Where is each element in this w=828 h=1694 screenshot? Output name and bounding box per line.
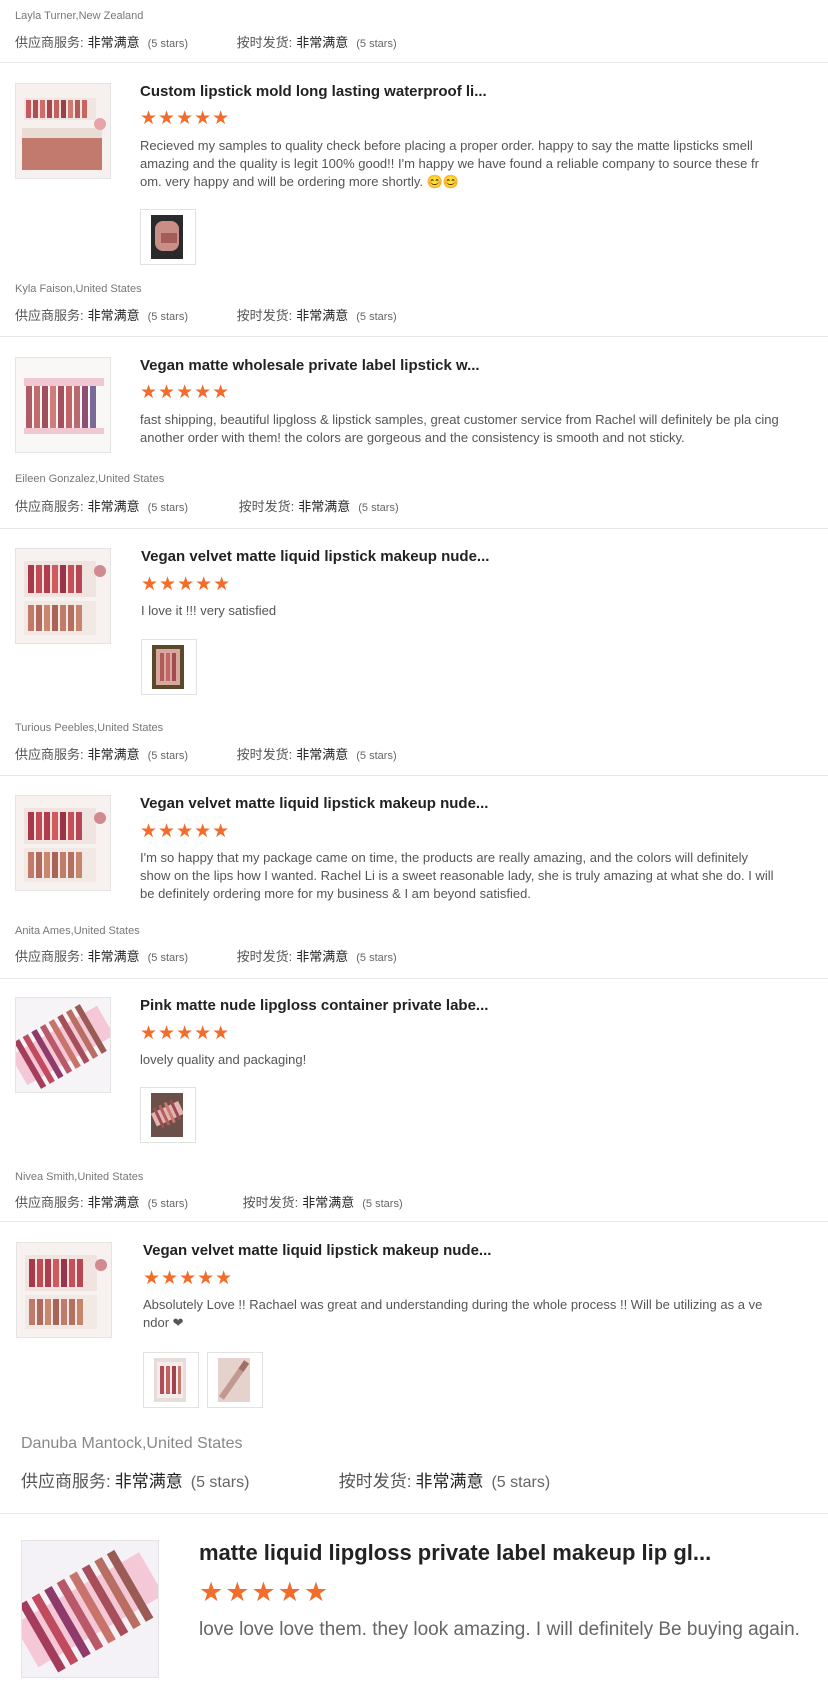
shipping-label: 按时发货: bbox=[242, 1195, 299, 1210]
rating-summary: 供应商服务: 非常满意 (5 stars) 按时发货: 非常满意 (5 stars) bbox=[15, 946, 397, 965]
rating-summary: 供应商服务: 非常满意 (5 stars) 按时发货: 非常满意 (5 stars) bbox=[15, 305, 397, 324]
supplier-service-count: (5 stars) bbox=[147, 311, 188, 323]
product-title[interactable]: Vegan velvet matte liquid lipstick makeu… bbox=[143, 1242, 491, 1259]
reviewer-name: Eileen Gonzalez,United States bbox=[15, 473, 165, 485]
supplier-service-value: 非常满意 bbox=[87, 499, 140, 514]
reviewer-name: Anita Ames,United States bbox=[15, 925, 140, 937]
review-comment: I'm so happy that my package came on tim… bbox=[140, 850, 774, 901]
shipping-value: 非常满意 bbox=[296, 35, 349, 50]
review-card: Vegan velvet matte liquid lipstick makeu… bbox=[0, 529, 828, 776]
shipping-count: (5 stars) bbox=[356, 750, 397, 762]
review-photo[interactable] bbox=[207, 1352, 263, 1408]
star-rating: ★★★★★ bbox=[141, 574, 232, 595]
product-title[interactable]: matte liquid lipgloss private label make… bbox=[199, 1540, 711, 1566]
review-card: Vegan matte wholesale private label lips… bbox=[0, 337, 828, 529]
review-meta-top: Layla Turner,New Zealand 供应商服务: 非常满意 (5 st… bbox=[0, 0, 828, 63]
review-comment: Recieved my samples to quality check bef… bbox=[140, 138, 759, 189]
review-card: Custom lipstick mold long lasting waterp… bbox=[0, 63, 828, 337]
reviewer-name: Danuba Mantock,United States bbox=[21, 1435, 243, 1452]
supplier-service-value: 非常满意 bbox=[87, 949, 140, 964]
product-thumbnail[interactable] bbox=[15, 357, 111, 453]
supplier-service-value: 非常满意 bbox=[87, 1195, 140, 1210]
reviewer-name: Nivea Smith,United States bbox=[15, 1171, 144, 1183]
star-rating: ★★★★★ bbox=[140, 821, 231, 842]
product-thumbnail[interactable] bbox=[15, 83, 111, 179]
supplier-service-count: (5 stars) bbox=[147, 502, 188, 514]
supplier-service-count: (5 stars) bbox=[147, 1198, 188, 1210]
supplier-service-value: 非常满意 bbox=[114, 1472, 183, 1491]
reviewer-name: Kyla Faison,United States bbox=[15, 283, 142, 295]
review-card: Vegan velvet matte liquid lipstick makeu… bbox=[0, 776, 828, 979]
rating-summary: 供应商服务: 非常满意 (5 stars) 按时发货: 非常满意 (5 stars) bbox=[15, 744, 397, 763]
review-photo[interactable] bbox=[143, 1352, 199, 1408]
supplier-service-count: (5 stars) bbox=[190, 1474, 250, 1491]
star-rating: ★★★★★ bbox=[140, 382, 231, 403]
review-comment: lovely quality and packaging! bbox=[140, 1052, 307, 1067]
star-rating: ★★★★★ bbox=[143, 1268, 234, 1289]
shipping-label: 按时发货: bbox=[338, 1472, 412, 1491]
supplier-service-value: 非常满意 bbox=[87, 747, 140, 762]
review-comment: fast shipping, beautiful lipgloss & lips… bbox=[140, 412, 779, 445]
shipping-count: (5 stars) bbox=[362, 1198, 403, 1210]
product-title[interactable]: Vegan matte wholesale private label lips… bbox=[140, 357, 480, 374]
shipping-count: (5 stars) bbox=[356, 38, 397, 50]
shipping-value: 非常满意 bbox=[296, 747, 349, 762]
review-photo[interactable] bbox=[140, 1087, 196, 1143]
star-rating: ★★★★★ bbox=[140, 1023, 231, 1044]
supplier-service-label: 供应商服务: bbox=[15, 747, 84, 762]
rating-summary: 供应商服务: 非常满意 (5 stars) 按时发货: 非常满意 (5 stars) bbox=[15, 32, 397, 51]
rating-summary: 供应商服务: 非常满意 (5 stars) 按时发货: 非常满意 (5 stars) bbox=[21, 1467, 550, 1492]
shipping-label: 按时发货: bbox=[236, 949, 293, 964]
product-title[interactable]: Vegan velvet matte liquid lipstick makeu… bbox=[141, 548, 489, 565]
supplier-service-value: 非常满意 bbox=[87, 35, 140, 50]
shipping-count: (5 stars) bbox=[491, 1474, 551, 1491]
supplier-service-label: 供应商服务: bbox=[21, 1472, 111, 1491]
rating-summary: 供应商服务: 非常满意 (5 stars) 按时发货: 非常满意 (5 stars) bbox=[15, 496, 399, 515]
review-card: matte liquid lipgloss private label make… bbox=[0, 1514, 828, 1694]
supplier-service-count: (5 stars) bbox=[147, 750, 188, 762]
shipping-value: 非常满意 bbox=[296, 308, 349, 323]
supplier-service-count: (5 stars) bbox=[147, 952, 188, 964]
review-comment: I love it !!! very satisfied bbox=[141, 603, 277, 618]
product-thumbnail[interactable] bbox=[15, 795, 111, 891]
product-thumbnail[interactable] bbox=[15, 548, 111, 644]
review-card: Vegan velvet matte liquid lipstick makeu… bbox=[0, 1222, 828, 1514]
product-thumbnail[interactable] bbox=[15, 997, 111, 1093]
supplier-service-label: 供应商服务: bbox=[15, 1195, 84, 1210]
supplier-service-count: (5 stars) bbox=[147, 38, 188, 50]
product-thumbnail[interactable] bbox=[21, 1540, 159, 1678]
reviewer-name: Turious Peebles,United States bbox=[15, 722, 164, 734]
star-rating: ★★★★★ bbox=[199, 1577, 331, 1607]
shipping-value: 非常满意 bbox=[415, 1472, 484, 1491]
product-thumbnail[interactable] bbox=[16, 1242, 112, 1338]
shipping-label: 按时发货: bbox=[236, 35, 293, 50]
review-card: Pink matte nude lipgloss container priva… bbox=[0, 979, 828, 1222]
product-title[interactable]: Custom lipstick mold long lasting waterp… bbox=[140, 83, 487, 100]
rating-summary: 供应商服务: 非常满意 (5 stars) 按时发货: 非常满意 (5 stars) bbox=[15, 1192, 403, 1211]
review-comment: Absolutely Love !! Rachael was great and… bbox=[143, 1297, 763, 1330]
shipping-count: (5 stars) bbox=[358, 502, 399, 514]
review-photo[interactable] bbox=[141, 639, 197, 695]
star-rating: ★★★★★ bbox=[140, 108, 231, 129]
shipping-label: 按时发货: bbox=[238, 499, 295, 514]
shipping-label: 按时发货: bbox=[236, 308, 293, 323]
shipping-label: 按时发货: bbox=[236, 747, 293, 762]
shipping-value: 非常满意 bbox=[296, 949, 349, 964]
review-photo[interactable] bbox=[140, 209, 196, 265]
supplier-service-label: 供应商服务: bbox=[15, 35, 84, 50]
product-title[interactable]: Pink matte nude lipgloss container priva… bbox=[140, 997, 488, 1014]
supplier-service-label: 供应商服务: bbox=[15, 499, 84, 514]
shipping-value: 非常满意 bbox=[298, 499, 351, 514]
supplier-service-value: 非常满意 bbox=[87, 308, 140, 323]
product-title[interactable]: Vegan velvet matte liquid lipstick makeu… bbox=[140, 795, 488, 812]
review-comment: love love love them. they look amazing. … bbox=[199, 1619, 800, 1640]
supplier-service-label: 供应商服务: bbox=[15, 308, 84, 323]
supplier-service-label: 供应商服务: bbox=[15, 949, 84, 964]
shipping-value: 非常满意 bbox=[302, 1195, 355, 1210]
shipping-count: (5 stars) bbox=[356, 952, 397, 964]
reviewer-name: Layla Turner,New Zealand bbox=[15, 10, 144, 22]
shipping-count: (5 stars) bbox=[356, 311, 397, 323]
